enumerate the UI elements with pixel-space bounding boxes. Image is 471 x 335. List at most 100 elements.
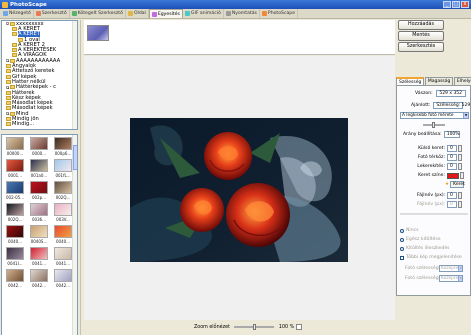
file-size-input[interactable]: 0	[447, 192, 457, 199]
thumbnail-item[interactable]: 001fL...	[52, 159, 74, 179]
outer-border-input[interactable]: 0	[447, 145, 457, 152]
thumbnail-scroll-thumb[interactable]	[73, 145, 77, 170]
option-none-radio[interactable]	[400, 228, 404, 233]
tree-item[interactable]: Mindig...	[2, 121, 77, 127]
thumbnail-item[interactable]: 0036...	[28, 203, 50, 223]
thumbnail-image	[30, 203, 48, 216]
thumbnail-item[interactable]: 0040...	[4, 225, 26, 245]
expand-toggle-icon[interactable]: +	[6, 112, 10, 116]
tab-4[interactable]: Egyesítés	[148, 9, 183, 18]
thumbnail-item[interactable]: 0041...	[28, 247, 50, 267]
zoom-value: 100 %	[278, 324, 295, 330]
thumbnail-image	[30, 269, 48, 282]
thumbnail-item[interactable]: 0042...	[52, 269, 74, 289]
tab-0[interactable]: Nézegető	[1, 9, 34, 18]
file-count-slider[interactable]	[400, 213, 468, 215]
zoom-slider-knob[interactable]	[252, 324, 256, 330]
tree-scrollbar[interactable]	[72, 21, 77, 129]
thumbnail-item[interactable]: 0040S...	[28, 225, 50, 245]
thumbnail-image	[30, 225, 48, 238]
canvas-size-value: 529 x 352	[435, 90, 466, 97]
thumbnail-image	[30, 247, 48, 260]
zoom-fit-icon[interactable]	[296, 324, 303, 330]
ratio-slider[interactable]	[423, 122, 445, 128]
tab-2[interactable]: Kötegelt Szerkesztő	[70, 9, 126, 18]
thumbnail-scrollbar[interactable]	[72, 135, 77, 335]
folder-icon	[6, 64, 11, 69]
thumbnail-name: 0040...	[56, 239, 70, 244]
border-color-dropdown[interactable]	[460, 172, 464, 179]
thumbnail-item[interactable]: 0042...	[4, 269, 26, 289]
thumbnail-image	[6, 269, 24, 282]
option-fit-radio[interactable]	[400, 246, 404, 251]
tab-5[interactable]: GIF animáció	[183, 9, 224, 18]
file-size-spinner[interactable]	[458, 192, 462, 199]
selected-photo-thumbnail[interactable]	[87, 25, 109, 41]
round-corners-input[interactable]: 0	[447, 163, 457, 170]
edit-button[interactable]: Szerkesztés	[398, 42, 444, 52]
thumbnail-image	[6, 203, 24, 216]
show-more-checkbox[interactable]	[400, 255, 404, 260]
canvas-size-label: Vászon:	[415, 91, 433, 96]
thumbnail-image	[54, 203, 72, 216]
minimize-button[interactable]: _	[443, 1, 451, 8]
thumbnail-name: 001fL...	[55, 173, 71, 178]
save-button[interactable]: Mentés	[398, 31, 444, 41]
tab-label: PhotoScape	[267, 11, 296, 16]
tab-6[interactable]: Nyomtatás	[224, 9, 260, 18]
thumbnail-item[interactable]: 002Q...	[52, 181, 74, 201]
tab-icon	[225, 11, 231, 16]
thumbnail-image	[54, 137, 72, 150]
border-color-swatch[interactable]	[447, 172, 459, 179]
outer-border-spinner[interactable]	[458, 145, 462, 152]
thumbnail-item[interactable]: 0000...	[28, 137, 50, 157]
folder-tree[interactable]: - xxxxxxxxx A KERET A KERET 1 oval A KERET 2A…	[1, 20, 78, 130]
left-pane: - xxxxxxxxx A KERET A KERET 1 oval A KERET 2A…	[0, 20, 80, 335]
close-button[interactable]: x	[461, 1, 469, 8]
add-button[interactable]: Hozzáadás	[398, 20, 444, 30]
photo-height-dropdown[interactable]: Középre ▼	[439, 275, 463, 282]
thumbnail-name: 0041I...	[7, 261, 23, 266]
round-corners-spinner[interactable]	[458, 163, 462, 170]
option-fill-radio[interactable]	[400, 237, 404, 242]
file-count-spinner[interactable]	[458, 201, 462, 208]
frame-button[interactable]: Keret	[450, 181, 465, 188]
expand-toggle-icon[interactable]: +	[6, 59, 10, 63]
maximize-button[interactable]: □	[452, 1, 460, 8]
recommended-label: Ajánlott:	[411, 103, 431, 108]
tab-7[interactable]: PhotoScape	[260, 9, 299, 18]
thumbnail-item[interactable]: 001a0...	[28, 159, 50, 179]
photo-width-dropdown[interactable]: Középre ▼	[439, 265, 463, 272]
thumbnail-item[interactable]: 0001...	[4, 159, 26, 179]
photo-spacing-input[interactable]: 0	[447, 154, 457, 161]
tab-width[interactable]: Szélesség	[396, 77, 425, 85]
tab-1[interactable]: Szerkesztő	[34, 9, 70, 18]
expand-toggle-icon[interactable]: +	[6, 85, 10, 89]
thumbnail-name: 001a0...	[30, 173, 48, 178]
outer-border-label: Külső keret:	[418, 146, 445, 151]
thumbnail-image	[6, 159, 24, 172]
tab-height[interactable]: Magasság	[424, 77, 454, 85]
tab-3[interactable]: Oldal	[126, 9, 149, 18]
thumbnail-item[interactable]: 002p...	[28, 181, 50, 201]
thumbnail-item[interactable]: 0042...	[28, 269, 50, 289]
thumbnail-item[interactable]: 000p6...	[52, 137, 74, 157]
expand-toggle-icon[interactable]: -	[6, 22, 9, 26]
thumbnail-item[interactable]: 0041...	[52, 247, 74, 267]
ratio-slider-knob[interactable]	[432, 122, 435, 128]
show-more-label: Többi kép megjelenítése	[406, 255, 462, 260]
thumbnail-item[interactable]: 0040...	[52, 225, 74, 245]
vertical-splitter[interactable]	[80, 20, 83, 335]
thumbnail-item[interactable]: 003V...	[52, 203, 74, 223]
resize-mode-dropdown[interactable]: A legkisebb fotó mérete ▼	[400, 112, 469, 119]
file-count-input[interactable]: 0	[447, 201, 457, 208]
thumbnail-item[interactable]: 0041I...	[4, 247, 26, 267]
tab-label: Szerkesztő	[41, 11, 67, 16]
thumbnail-item[interactable]: 002-05...	[4, 181, 26, 201]
thumbnail-item[interactable]: 002Q...	[4, 203, 26, 223]
tab-layout[interactable]: Elhelyezés	[453, 77, 471, 85]
thumbnail-item[interactable]: 00000...	[4, 137, 26, 157]
zoom-slider[interactable]	[233, 324, 274, 330]
photo-spacing-spinner[interactable]	[458, 154, 462, 161]
ratio-input[interactable]: 100%	[443, 131, 460, 138]
